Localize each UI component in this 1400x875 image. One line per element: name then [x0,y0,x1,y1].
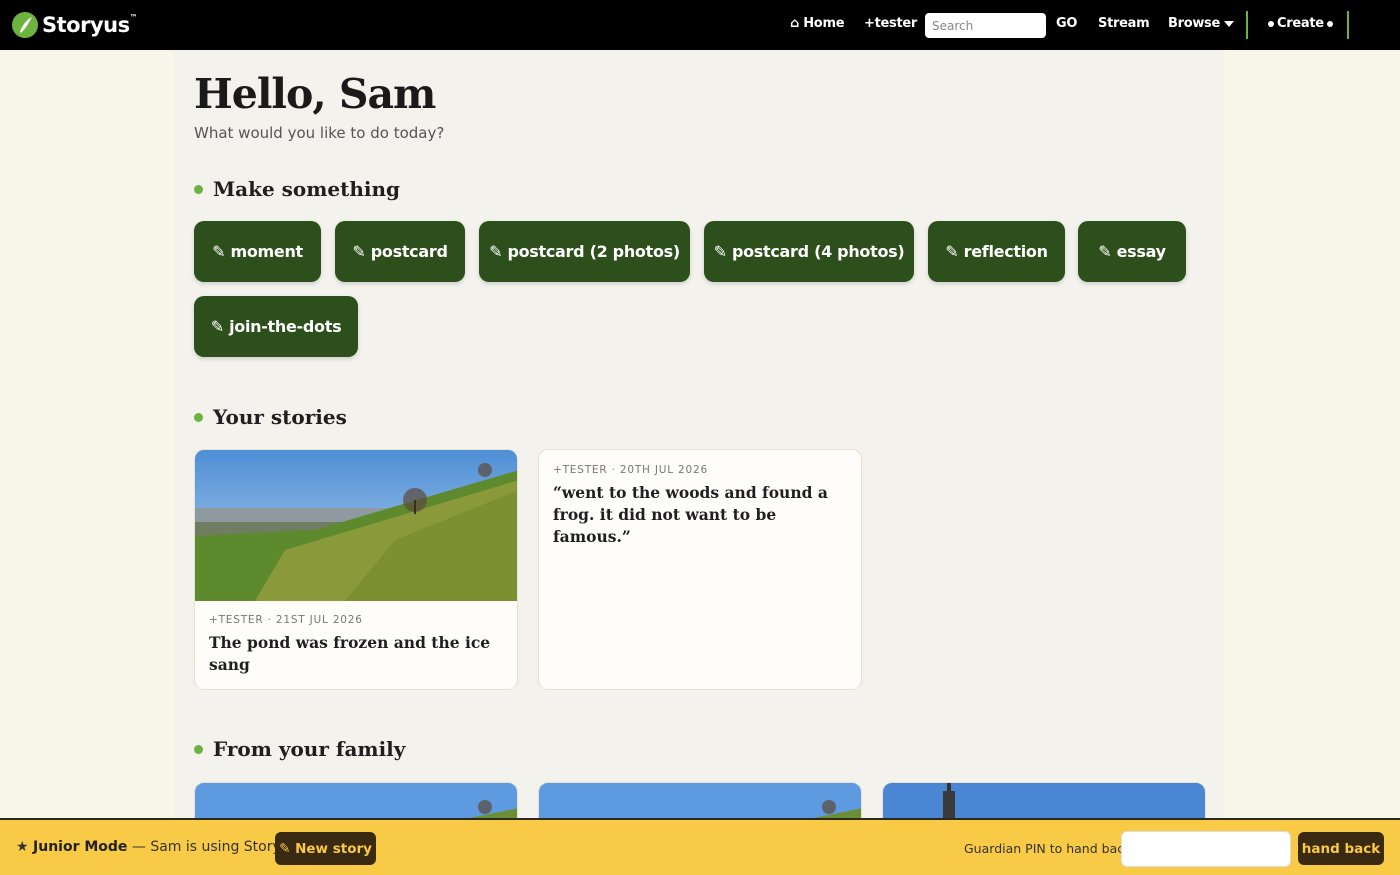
make-join-the-dots-button[interactable]: ✎ join-the-dots [194,296,358,357]
make-reflection-button[interactable]: ✎ reflection [928,221,1065,282]
nav-create-button[interactable]: Create [1265,16,1336,31]
section-title-family: From your family [194,737,405,761]
guardian-pin-label: Guardian PIN to hand back: [964,841,1136,856]
storyus-logo-icon [12,12,38,38]
junior-mode-status: ★ Junior Mode — Sam is using Storyus [16,839,297,855]
bullet-dot-icon [194,412,203,422]
bullet-dot-icon [194,744,203,754]
nav-stream-link[interactable]: Stream [1098,16,1150,31]
star-icon: ★ [16,839,29,855]
story-photo-landscape [195,450,517,601]
family-story-photo [195,783,517,823]
story-title: The pond was frozen and the ice sang [209,633,491,674]
dot-icon [1268,20,1274,27]
section-title-make: Make something [194,177,400,201]
family-story-photo [883,783,1205,823]
make-essay-button[interactable]: ✎ essay [1078,221,1186,282]
nav-browse-menu[interactable]: Browse [1168,16,1235,31]
family-story-photo [539,783,861,823]
chevron-down-icon [1224,20,1235,27]
bullet-dot-icon [194,184,203,194]
story-meta: +TESTER · 21ST JUL 2026 [209,614,363,626]
guardian-pin-input[interactable] [1121,831,1291,867]
junior-mode-bar: ★ Junior Mode — Sam is using Storyus ✎ N… [0,818,1400,875]
nav-home-link[interactable]: ⌂ Home [790,16,845,31]
story-card[interactable]: +TESTER · 21ST JUL 2026 The pond was fro… [194,449,518,690]
section-title-your-stories: Your stories [194,405,347,429]
top-nav: Storyus™ ⌂ Home +tester GO Stream Browse… [0,0,1400,50]
dot-icon [1326,20,1333,27]
search-input[interactable] [925,13,1046,38]
nav-user-link[interactable]: +tester [864,16,917,31]
main-content: Hello, Sam What would you like to do tod… [174,50,1224,875]
nav-divider [1347,11,1349,39]
story-quote: “went to the woods and found a frog. it … [553,483,828,546]
new-story-button[interactable]: ✎ New story [275,832,376,865]
make-moment-button[interactable]: ✎ moment [194,221,321,282]
make-postcard-4-photos-button[interactable]: ✎ postcard (4 photos) [704,221,914,282]
story-card[interactable]: +TESTER · 20TH JUL 2026 “went to the woo… [538,449,862,690]
hand-back-button[interactable]: hand back [1298,832,1384,865]
make-postcard-button[interactable]: ✎ postcard [335,221,465,282]
nav-divider [1246,11,1248,39]
make-postcard-2-photos-button[interactable]: ✎ postcard (2 photos) [479,221,690,282]
brand[interactable]: Storyus™ [12,10,138,40]
story-meta: +TESTER · 20TH JUL 2026 [553,464,708,476]
search-go-button[interactable]: GO [1056,16,1077,31]
page-title: Hello, Sam [194,70,436,118]
page-subtitle: What would you like to do today? [194,124,445,142]
brand-name: Storyus™ [42,13,138,37]
